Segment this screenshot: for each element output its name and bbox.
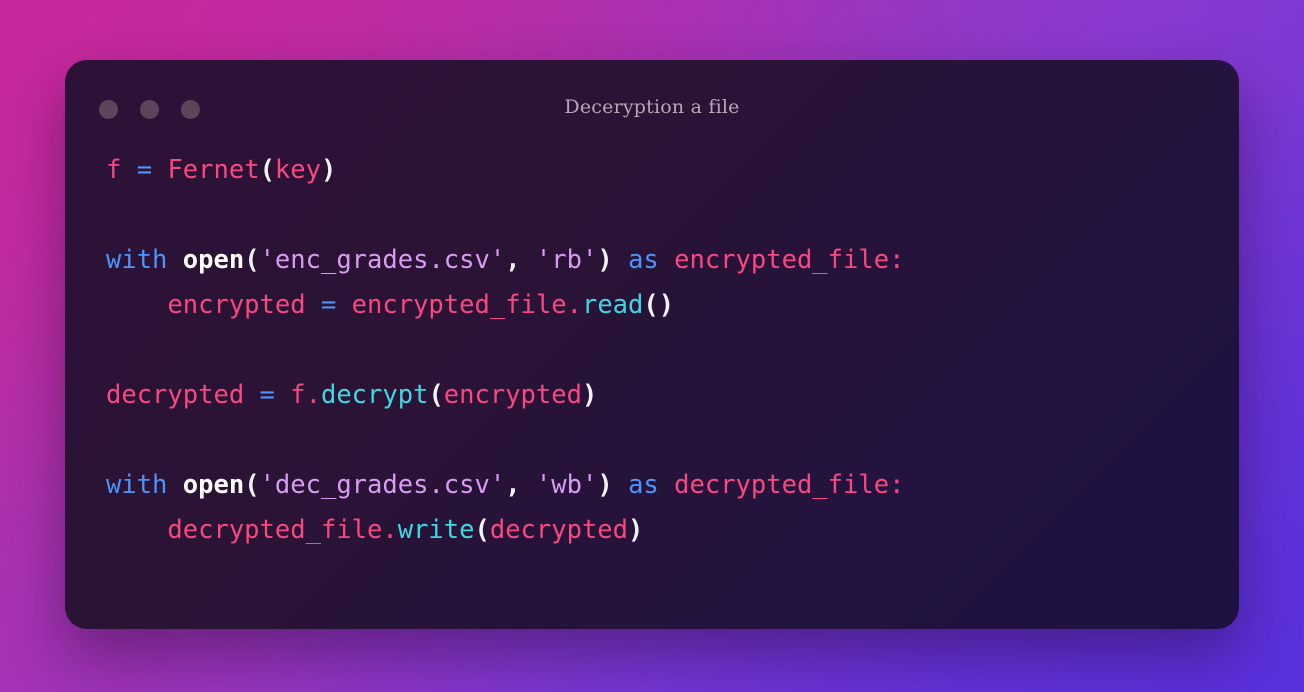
code-token-keyword: as xyxy=(628,245,659,275)
code-token-punct: ( xyxy=(244,470,260,500)
code-token-punct: ) xyxy=(597,470,613,500)
window-title: Deceryption a file xyxy=(564,96,740,118)
code-token-dot: . xyxy=(382,515,398,545)
code-token-var: encrypted_file xyxy=(674,245,890,275)
code-token-var: encrypted xyxy=(167,290,306,320)
code-token-punct: ) xyxy=(320,155,337,185)
code-token-var: decrypted_file xyxy=(167,515,383,545)
code-token-punct: ( xyxy=(428,380,444,410)
code-token-colon: : xyxy=(889,245,905,275)
window-titlebar: Deceryption a file xyxy=(65,60,1239,148)
code-token-string: 'rb' xyxy=(535,245,598,275)
code-token-punct: , xyxy=(505,245,521,275)
code-token-punct: ) xyxy=(597,245,613,275)
code-token-punct: ( xyxy=(259,155,275,185)
code-token-var: f xyxy=(106,155,122,185)
code-token-builtin: open xyxy=(182,245,245,275)
code-line: decrypted = f.decrypt(encrypted) xyxy=(106,373,1239,418)
code-line: f = Fernet(key) xyxy=(106,148,1239,193)
code-snippet-window: Deceryption a file f = Fernet(key) with … xyxy=(65,60,1239,629)
code-token-var: encrypted_file xyxy=(351,290,567,320)
code-token-var: decrypted xyxy=(106,380,245,410)
code-token-builtin: open xyxy=(182,470,245,500)
code-token-var: decrypted_file xyxy=(674,470,890,500)
code-token-string: 'wb' xyxy=(535,470,598,500)
code-token-punct: ( xyxy=(474,515,490,545)
code-token-call: Fernet xyxy=(167,155,260,185)
code-token-var: encrypted xyxy=(443,380,582,410)
code-token-method: decrypt xyxy=(320,380,429,410)
code-token-op: = xyxy=(136,155,153,185)
code-token-punct: , xyxy=(505,470,521,500)
code-token-string: 'enc_grades.csv' xyxy=(259,245,506,275)
code-token-punct: ) xyxy=(628,515,644,545)
code-token-punct: () xyxy=(643,290,675,320)
code-token-colon: : xyxy=(889,470,905,500)
code-line: encrypted = encrypted_file.read() xyxy=(106,283,1239,328)
code-line: decrypted_file.write(decrypted) xyxy=(106,508,1239,553)
code-token-punct: ( xyxy=(244,245,260,275)
code-block: f = Fernet(key) with open('enc_grades.cs… xyxy=(65,148,1239,553)
page-viewport: Deceryption a file f = Fernet(key) with … xyxy=(0,0,1304,692)
code-token-keyword: with xyxy=(106,470,168,500)
code-token-var: decrypted xyxy=(489,515,629,545)
code-token-var: f xyxy=(290,380,306,410)
code-token-op: = xyxy=(320,290,337,320)
code-token-dot: . xyxy=(566,290,582,320)
code-token-keyword: as xyxy=(628,470,659,500)
code-token-method: write xyxy=(397,515,475,545)
code-token-method: read xyxy=(581,290,644,320)
code-token-keyword: with xyxy=(106,245,168,275)
code-token-var: key xyxy=(274,155,321,185)
code-token-dot: . xyxy=(305,380,321,410)
code-token-op: = xyxy=(259,380,275,410)
code-line: with open('enc_grades.csv', 'rb') as enc… xyxy=(106,238,1239,283)
code-line: with open('dec_grades.csv', 'wb') as dec… xyxy=(106,463,1239,508)
code-token-string: 'dec_grades.csv' xyxy=(259,470,506,500)
code-token-punct: ) xyxy=(581,380,598,410)
